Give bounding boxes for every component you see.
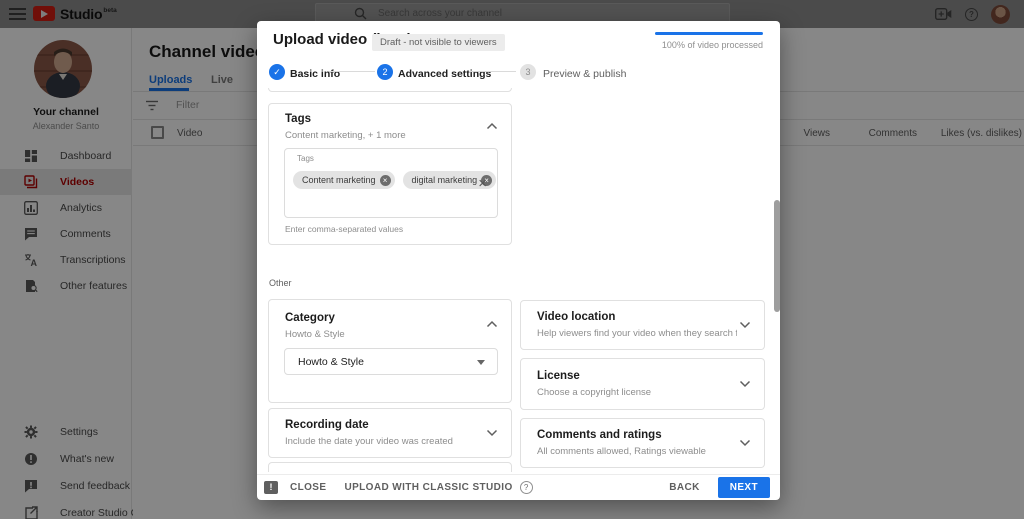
upload-video-dialog: Upload video (beta) Draft - not visible … bbox=[257, 21, 780, 500]
step-advanced-settings-circle[interactable]: 2 bbox=[377, 64, 393, 80]
next-button[interactable]: NEXT bbox=[718, 477, 770, 498]
recording-date-title: Recording date bbox=[285, 419, 369, 431]
dialog-scrollbar-thumb[interactable] bbox=[774, 200, 780, 312]
step-preview-publish-circle[interactable]: 3 bbox=[520, 64, 536, 80]
draft-status-badge: Draft - not visible to viewers bbox=[372, 34, 505, 51]
video-location-subtitle: Help viewers find your video when they s… bbox=[537, 328, 737, 339]
video-location-title: Video location bbox=[537, 311, 615, 323]
recording-date-subtitle: Include the date your video was created bbox=[285, 436, 453, 447]
expand-chevron-down-icon[interactable] bbox=[739, 321, 751, 329]
remove-tag-icon[interactable]: × bbox=[380, 175, 391, 186]
step-connector bbox=[329, 71, 375, 72]
video-location-card: Video location Help viewers find your vi… bbox=[520, 300, 765, 350]
classic-help-icon[interactable]: ? bbox=[520, 481, 533, 494]
step-advanced-settings-label[interactable]: Advanced settings bbox=[398, 68, 491, 80]
collapse-chevron-up-icon[interactable] bbox=[486, 320, 498, 328]
step-basic-info-label[interactable]: Basic info bbox=[290, 68, 340, 80]
dropdown-caret-icon bbox=[477, 360, 485, 365]
back-button[interactable]: BACK bbox=[669, 482, 700, 493]
step-connector bbox=[469, 71, 516, 72]
tags-card-subtitle: Content marketing, + 1 more bbox=[285, 130, 406, 141]
recording-date-card: Recording date Include the date your vid… bbox=[268, 408, 512, 458]
tags-field-label: Tags bbox=[297, 154, 314, 163]
feedback-icon[interactable]: ! bbox=[264, 481, 278, 494]
tags-helper-text: Enter comma-separated values bbox=[285, 224, 403, 234]
expand-chevron-down-icon[interactable] bbox=[739, 380, 751, 388]
check-icon: ✓ bbox=[273, 67, 281, 78]
category-card-title: Category bbox=[285, 312, 335, 324]
tag-chips: Content marketing× digital marketing× bbox=[293, 171, 496, 189]
other-section-label: Other bbox=[269, 278, 292, 288]
license-card: License Choose a copyright license bbox=[520, 358, 765, 410]
license-title: License bbox=[537, 370, 580, 382]
close-button[interactable]: CLOSE bbox=[290, 482, 326, 493]
tags-card-title: Tags bbox=[285, 113, 311, 125]
dialog-footer: ! CLOSE UPLOAD WITH CLASSIC STUDIO ? BAC… bbox=[257, 474, 780, 500]
comments-ratings-title: Comments and ratings bbox=[537, 429, 662, 441]
video-processing-progressbar bbox=[655, 32, 763, 35]
step-basic-info-circle[interactable]: ✓ bbox=[269, 64, 285, 80]
youtube-studio-screen: Studio beta ? Your channel Alexander Sa bbox=[0, 0, 1024, 519]
video-processing-text: 100% of video processed bbox=[662, 40, 763, 50]
category-select[interactable]: Howto & Style bbox=[284, 348, 498, 375]
category-select-value: Howto & Style bbox=[298, 356, 364, 368]
comments-ratings-card: Comments and ratings All comments allowe… bbox=[520, 418, 765, 468]
clipped-card-above bbox=[268, 88, 512, 92]
dialog-scroll-area: Tags Content marketing, + 1 more Tags Co… bbox=[257, 88, 780, 472]
clipped-card-below bbox=[268, 462, 512, 472]
collapse-chevron-up-icon[interactable] bbox=[486, 122, 498, 130]
tags-card: Tags Content marketing, + 1 more Tags Co… bbox=[268, 103, 512, 245]
expand-chevron-down-icon[interactable] bbox=[739, 439, 751, 447]
step-preview-publish-label[interactable]: Preview & publish bbox=[543, 68, 626, 80]
expand-chevron-down-icon[interactable] bbox=[486, 429, 498, 437]
category-card: Category Howto & Style Howto & Style bbox=[268, 299, 512, 403]
comments-ratings-subtitle: All comments allowed, Ratings viewable bbox=[537, 446, 706, 457]
clear-all-tags-icon[interactable]: × bbox=[478, 175, 487, 192]
category-card-subtitle: Howto & Style bbox=[285, 329, 345, 340]
upload-classic-studio-button[interactable]: UPLOAD WITH CLASSIC STUDIO bbox=[344, 482, 512, 493]
tags-input-field[interactable]: Tags Content marketing× digital marketin… bbox=[284, 148, 498, 218]
tag-chip[interactable]: Content marketing× bbox=[293, 171, 395, 189]
license-subtitle: Choose a copyright license bbox=[537, 387, 651, 398]
